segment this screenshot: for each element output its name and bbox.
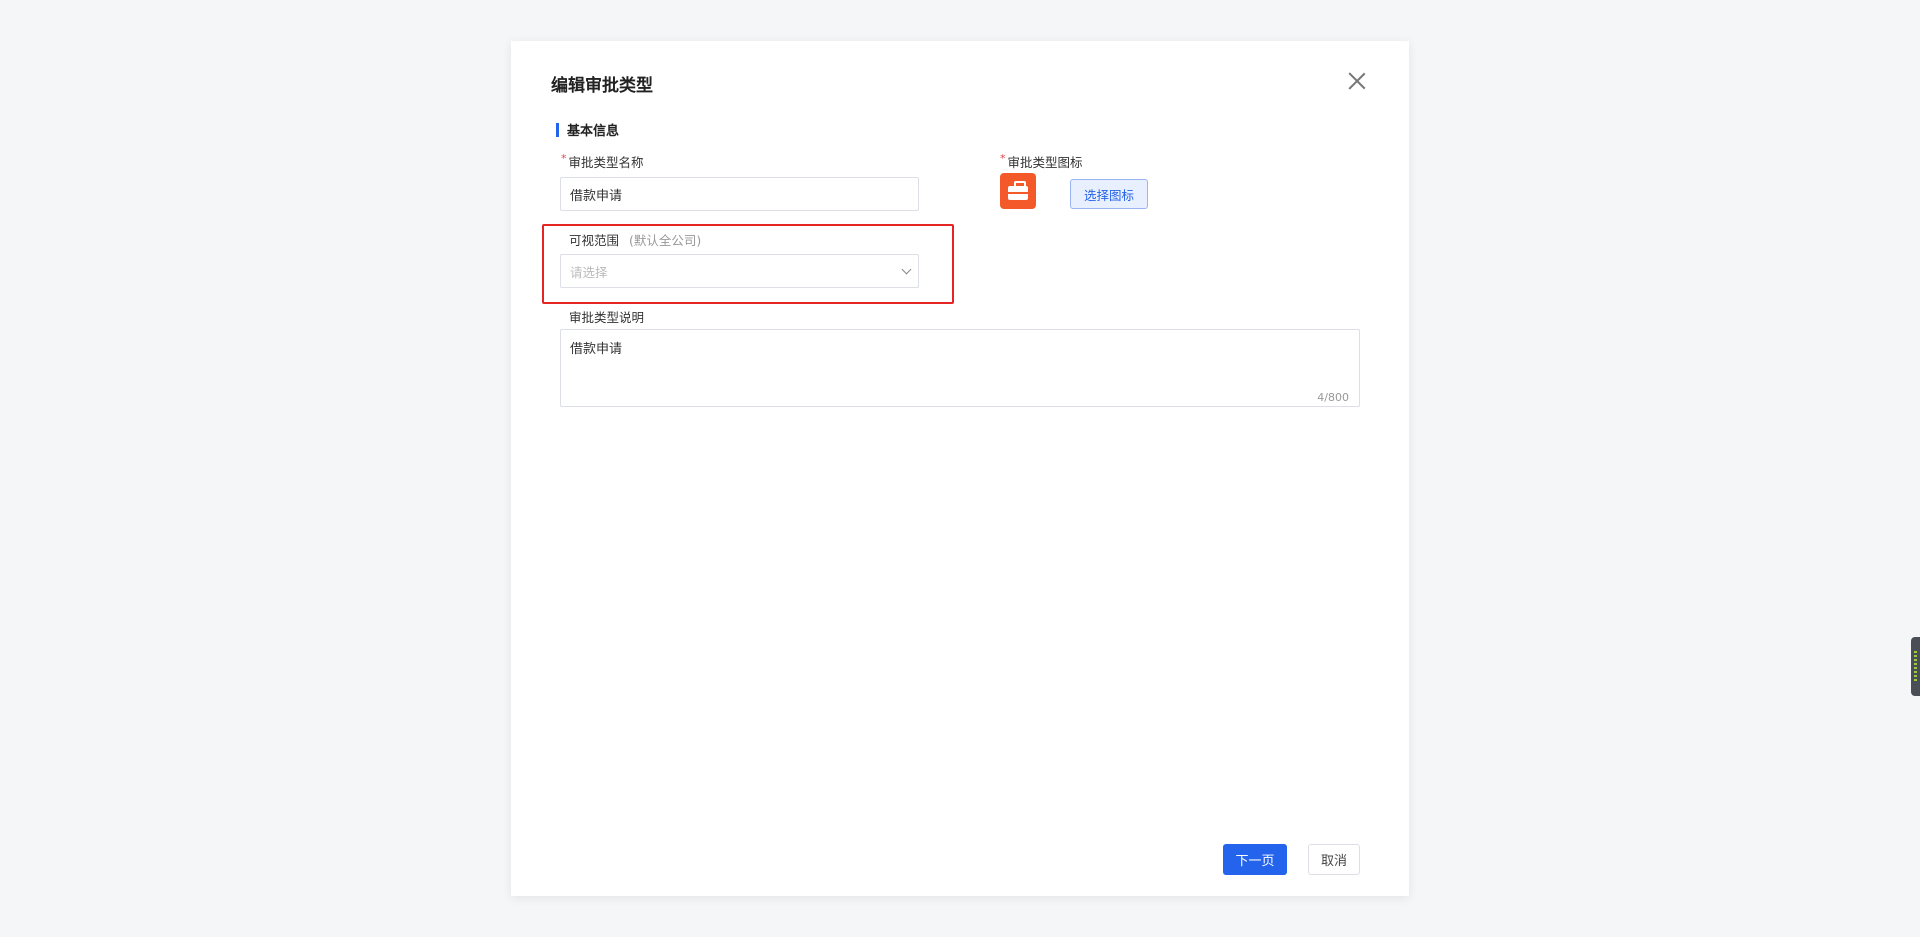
visibility-hint: (默认全公司) (629, 233, 702, 248)
description-value: 借款申请 (570, 342, 623, 357)
side-panel-handle[interactable] (1911, 637, 1920, 696)
name-input[interactable]: 借款申请 (560, 177, 919, 211)
dialog-title: 编辑审批类型 (551, 76, 653, 96)
name-input-value: 借款申请 (570, 188, 623, 204)
visibility-select[interactable]: 请选择 (560, 254, 919, 288)
chevron-down-icon (901, 264, 912, 275)
next-page-button[interactable]: 下一页 (1223, 844, 1287, 875)
description-field-label: 审批类型说明 (569, 310, 645, 325)
section-header: 基本信息 (556, 120, 619, 139)
briefcase-icon (1008, 180, 1028, 200)
approval-type-icon-preview (1000, 173, 1036, 209)
name-field-label: * 审批类型名称 (561, 152, 644, 170)
required-mark: * (561, 152, 567, 165)
visibility-field-label: 可视范围 (默认全公司) (569, 233, 702, 248)
character-counter: 4/800 (1317, 391, 1349, 404)
cancel-button[interactable]: 取消 (1308, 844, 1360, 875)
close-icon[interactable] (1347, 71, 1367, 91)
description-textarea[interactable]: 借款申请 4/800 (560, 329, 1360, 407)
required-mark: * (1000, 152, 1006, 165)
visibility-select-placeholder: 请选择 (570, 264, 608, 280)
choose-icon-button[interactable]: 选择图标 (1070, 179, 1148, 209)
edit-approval-type-dialog: 编辑审批类型 基本信息 * 审批类型名称 借款申请 * 审批类型图标 选择图标 可视… (511, 41, 1409, 896)
section-title: 基本信息 (567, 124, 620, 139)
icon-field-label: * 审批类型图标 (1000, 152, 1083, 170)
section-accent-bar (556, 122, 559, 137)
